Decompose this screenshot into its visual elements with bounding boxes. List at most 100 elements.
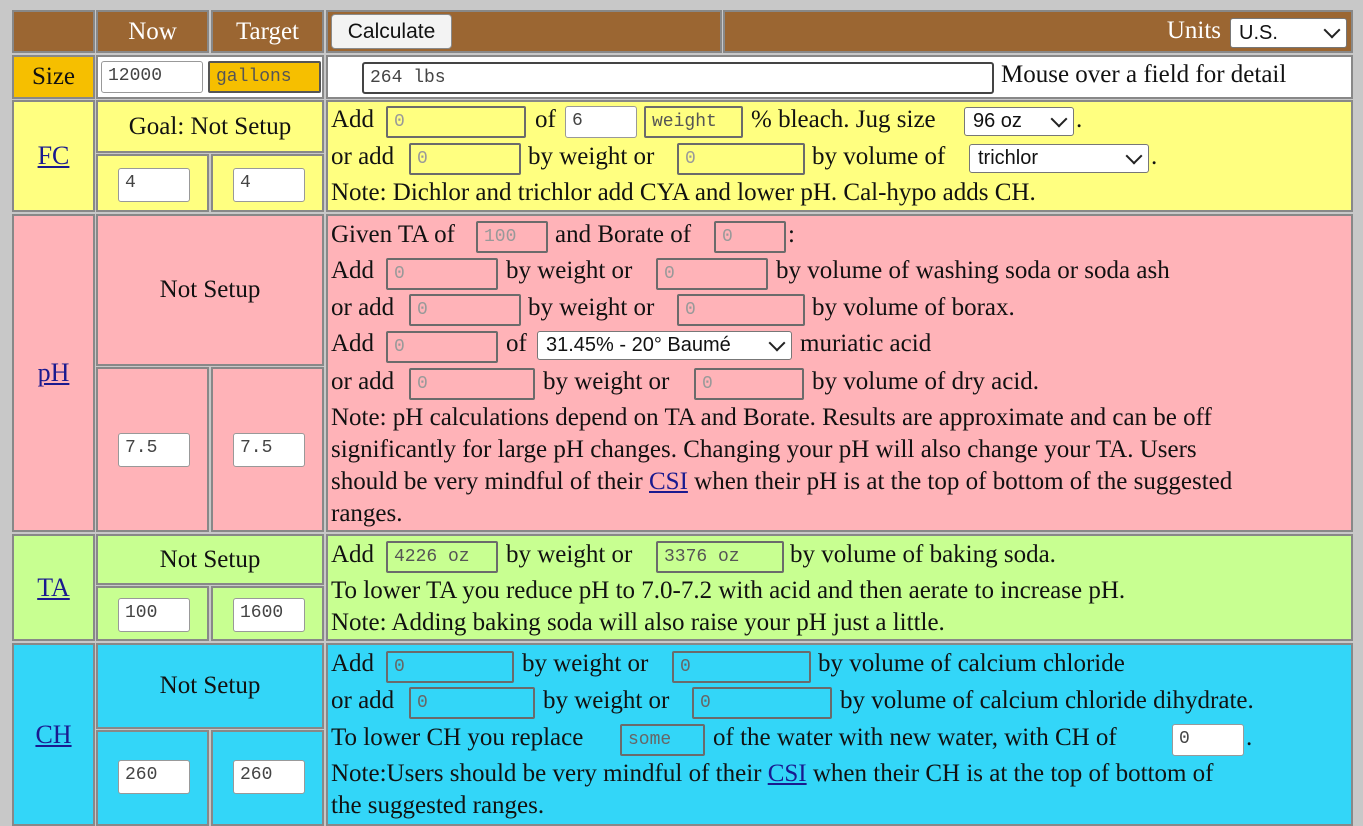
ch-cc-volume: 0 xyxy=(672,651,811,683)
ch-text-bw2: by weight or xyxy=(543,687,670,714)
header-calc-cell: Calculate xyxy=(326,10,722,53)
ch-goal-cell: Not Setup xyxy=(96,643,324,729)
fc-text-of: of xyxy=(535,106,556,133)
units-select[interactable]: U.S. xyxy=(1230,18,1347,48)
ph-text-muriatic: muriatic acid xyxy=(800,330,932,357)
fc-chem-select[interactable]: trichlor xyxy=(969,144,1149,173)
ch-text-lower: To lower CH you replace xyxy=(331,724,584,751)
acid-type-select[interactable]: 31.45% - 20° Baumé xyxy=(537,331,792,360)
ch-link[interactable]: CH xyxy=(35,720,71,750)
fc-chem-value: trichlor xyxy=(978,147,1039,169)
ch-now-cell: 260 xyxy=(96,730,209,826)
ta-now-input[interactable]: 100 xyxy=(118,598,190,632)
ch-csi-link[interactable]: CSI xyxy=(768,760,807,787)
ta-text-bv: by volume of baking soda. xyxy=(790,541,1056,568)
ch-cc-weight: 0 xyxy=(386,651,514,683)
ph-link[interactable]: pH xyxy=(38,358,70,388)
fc-bleach-mode[interactable]: weight xyxy=(644,106,743,138)
ch-text-water: of the water with new water, with CH of xyxy=(713,724,1117,751)
ph-text-oradd2: or add xyxy=(331,294,395,321)
fc-now-input[interactable]: 4 xyxy=(118,168,190,202)
ph-text-borate: and Borate of xyxy=(555,221,692,248)
weight-field: 264 lbs xyxy=(362,62,994,94)
ph-target-input[interactable]: 7.5 xyxy=(233,433,305,467)
ch-ccd-volume: 0 xyxy=(692,687,832,719)
units-label: Units xyxy=(1166,17,1221,44)
ph-text-dry: by volume of dry acid. xyxy=(812,368,1040,395)
ch-note-line2: the suggested ranges. xyxy=(331,792,545,819)
ta-target-input[interactable]: 1600 xyxy=(233,598,305,632)
chevron-down-icon xyxy=(1323,21,1341,39)
chevron-down-icon xyxy=(768,334,786,351)
fc-target-input[interactable]: 4 xyxy=(233,168,305,202)
fc-goal: Goal: Not Setup xyxy=(128,112,292,140)
ph-now-cell: 7.5 xyxy=(96,367,209,532)
ch-ccd-weight: 0 xyxy=(409,687,535,719)
ch-note-line1: Note:Users should be very mindful of the… xyxy=(331,759,1214,789)
ph-now-input[interactable]: 7.5 xyxy=(118,433,190,467)
fc-label-cell: FC xyxy=(12,100,95,212)
ph-text-add3: Add xyxy=(331,330,375,357)
header-target: Target xyxy=(211,10,324,53)
ph-note-line2: significantly for large pH changes. Chan… xyxy=(331,436,1197,463)
ph-dry-volume: 0 xyxy=(694,368,804,400)
fc-now-cell: 4 xyxy=(96,154,209,212)
ta-text-add: Add xyxy=(331,541,375,568)
size-inputs-cell: 12000 gallons xyxy=(96,55,324,99)
ph-label-cell: pH xyxy=(12,214,95,532)
ch-text-cc: by volume of calcium chloride xyxy=(818,650,1125,677)
fc-text-oradd: or add xyxy=(331,143,395,170)
ph-soda-volume: 0 xyxy=(656,258,768,290)
acid-type-value: 31.45% - 20° Baumé xyxy=(546,334,731,356)
fc-bleach-pct-input[interactable]: 6 xyxy=(565,106,637,138)
ch-text-dot: . xyxy=(1246,724,1253,751)
ch-new-ch-input[interactable]: 0 xyxy=(1172,724,1244,756)
ph-csi-link[interactable]: CSI xyxy=(649,468,688,495)
ph-note-line4: ranges. xyxy=(331,500,403,527)
ph-note-line3a: should be very mindful of their xyxy=(331,468,643,495)
ch-target-input[interactable]: 260 xyxy=(233,760,305,794)
fc-link[interactable]: FC xyxy=(38,141,70,171)
fc-text-dot2: . xyxy=(1151,143,1158,170)
ch-replace-field: some xyxy=(620,724,705,756)
fc-add-amount: 0 xyxy=(386,106,526,138)
fc-add-volume: 0 xyxy=(677,143,805,175)
ph-text-of3: of xyxy=(506,330,527,357)
hint-text: Mouse over a field for detail xyxy=(1001,61,1287,88)
ph-dry-weight: 0 xyxy=(409,368,535,400)
volume-input[interactable]: 12000 xyxy=(101,61,203,93)
ta-line2: To lower TA you reduce pH to 7.0-7.2 wit… xyxy=(331,577,1126,604)
jug-size-select[interactable]: 96 oz xyxy=(964,107,1074,136)
pool-calculator: Now Target Calculate Units U.S. Size 120… xyxy=(0,0,1363,826)
ch-note-b: when their CH is at the top of bottom of xyxy=(812,760,1214,787)
header-now-label: Now xyxy=(128,17,177,45)
ph-target-cell: 7.5 xyxy=(211,367,324,532)
ph-note-line3b: when their pH is at the top of bottom of… xyxy=(694,468,1233,495)
ph-note-line3: should be very mindful of their CSI when… xyxy=(331,467,1232,497)
ph-borate-field: 0 xyxy=(714,221,786,253)
ta-now-cell: 100 xyxy=(96,586,209,641)
volume-unit-select[interactable]: gallons xyxy=(208,61,321,93)
ch-text-add: Add xyxy=(331,650,375,677)
ch-target-cell: 260 xyxy=(211,730,324,826)
ch-text-ccd: by volume of calcium chloride dihydrate. xyxy=(840,687,1254,714)
ta-line3: Note: Adding baking soda will also raise… xyxy=(331,609,945,636)
ph-note-line1: Note: pH calculations depend on TA and B… xyxy=(331,404,1212,431)
fc-text-byweight: by weight or xyxy=(528,143,655,170)
ph-ta-field: 100 xyxy=(476,221,548,253)
ph-detail-cell: Given TA of 100 and Borate of 0 : Add 0 … xyxy=(326,214,1353,532)
ta-target-cell: 1600 xyxy=(211,586,324,641)
ta-link[interactable]: TA xyxy=(37,573,70,603)
size-label-cell: Size xyxy=(12,55,95,99)
units-select-value: U.S. xyxy=(1239,21,1278,44)
ch-note-a: Note:Users should be very mindful of the… xyxy=(331,760,762,787)
ta-volume-field: 3376 oz xyxy=(656,541,784,573)
ch-now-input[interactable]: 260 xyxy=(118,760,190,794)
ph-text-givenTA: Given TA of xyxy=(331,221,455,248)
ph-goal-cell: Not Setup xyxy=(96,214,324,366)
ch-detail-cell: Add 0 by weight or 0 by volume of calciu… xyxy=(326,643,1353,826)
ta-goal-cell: Not Setup xyxy=(96,534,324,585)
ph-text-soda: by volume of washing soda or soda ash xyxy=(776,257,1170,284)
ch-goal: Not Setup xyxy=(159,672,261,699)
calculate-button[interactable]: Calculate xyxy=(331,14,452,49)
